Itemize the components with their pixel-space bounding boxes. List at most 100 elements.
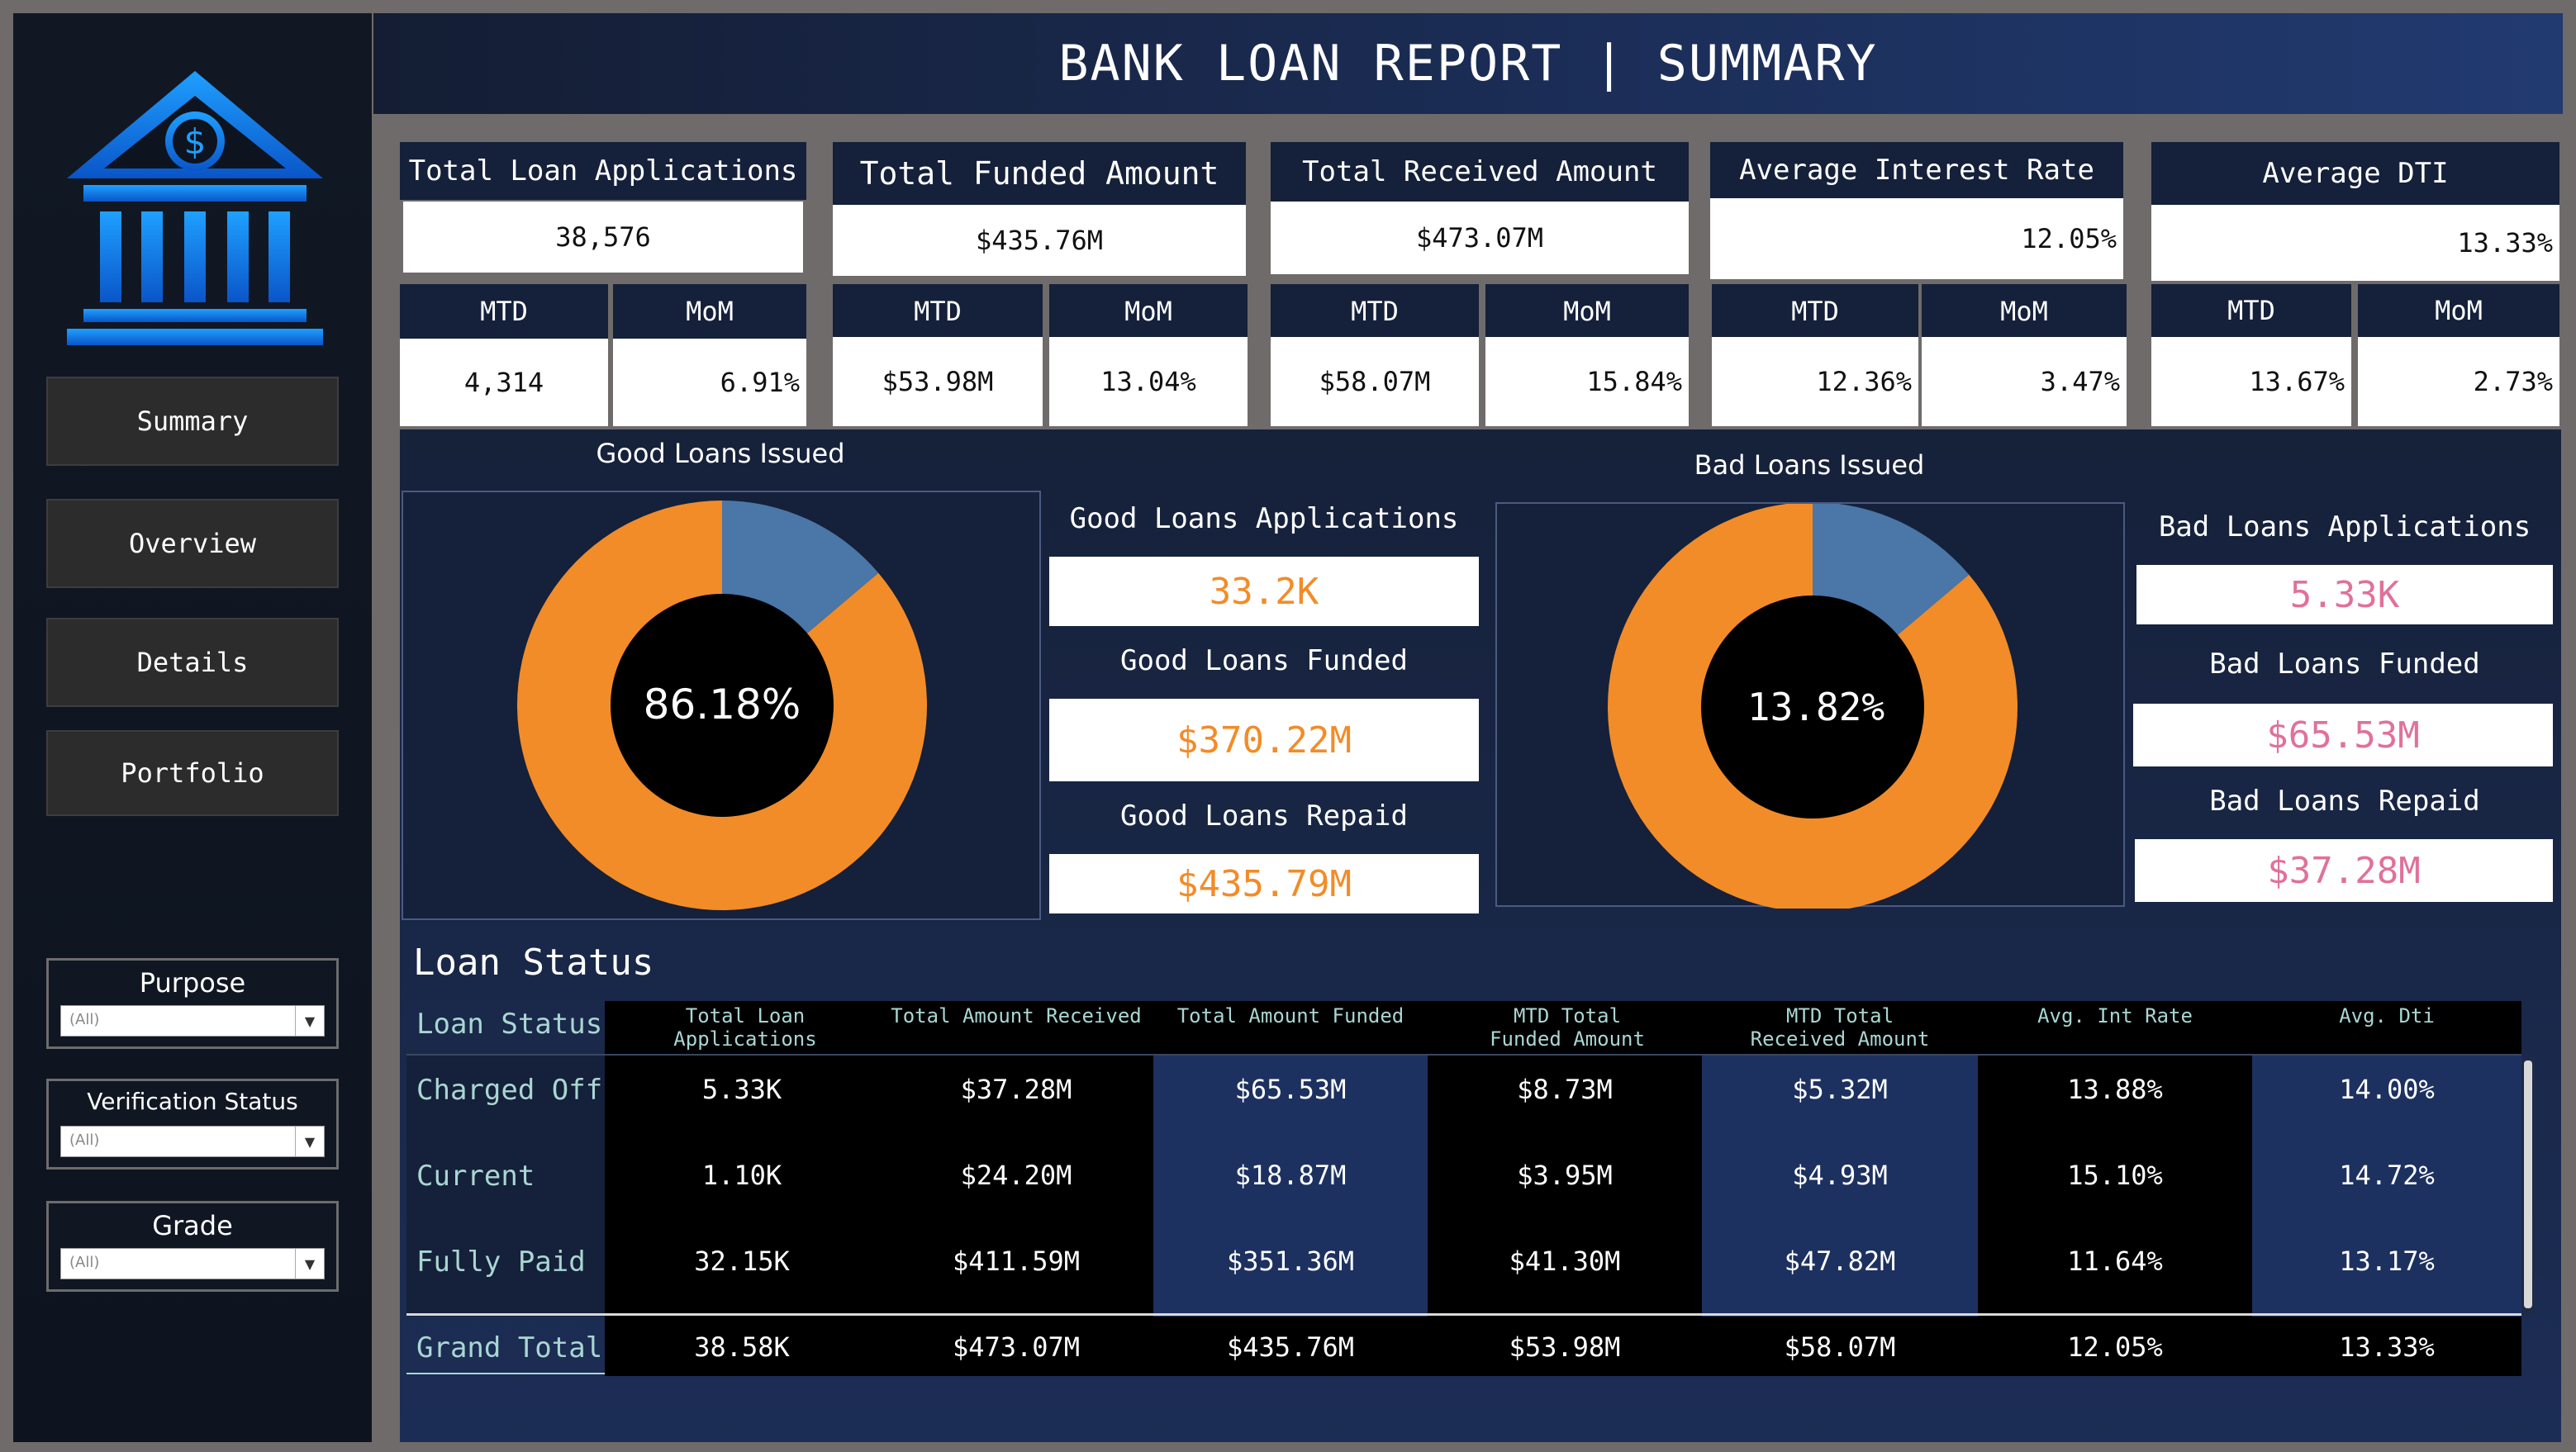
table-cell: $37.28M — [960, 1074, 1072, 1105]
table-total-divider — [406, 1313, 2521, 1316]
bad-loans-funded-label: Bad Loans Funded — [2209, 648, 2480, 681]
loan-status-table: Loan Status Total Loan Applications Tota… — [406, 1001, 2535, 1381]
table-total-cell: 12.05% — [2067, 1331, 2163, 1363]
kpi-value: $473.07M — [1271, 202, 1689, 274]
table-cell: $18.87M — [1234, 1160, 1347, 1191]
good-loans-applications-label: Good Loans Applications — [1069, 502, 1459, 535]
kpi-value: 12.05% — [1710, 198, 2123, 279]
kpi-mtd-value: 4,314 — [400, 339, 608, 426]
table-row-label: Charged Off — [416, 1074, 603, 1107]
kpi-mom-value: 13.04% — [1049, 337, 1248, 426]
nav-summary-label: Summary — [136, 406, 249, 437]
nav-details-label: Details — [136, 647, 249, 678]
kpi-mtd-label: MTD — [1712, 284, 1918, 339]
table-cell: $24.20M — [960, 1160, 1072, 1191]
chevron-down-icon: ▼ — [295, 1127, 324, 1156]
kpi-mom-value: 2.73% — [2358, 337, 2559, 426]
kpi-mom-label: MoM — [2358, 284, 2559, 337]
table-cell: $41.30M — [1509, 1246, 1621, 1277]
table-row-label: Fully Paid — [416, 1246, 586, 1279]
table-row-label: Current — [416, 1160, 535, 1193]
purpose-filter-title: Purpose — [139, 967, 246, 999]
kpi-mom-value: 15.84% — [1485, 337, 1689, 426]
table-header: Total Amount Funded — [1176, 1004, 1404, 1027]
purpose-select[interactable]: (All) ▼ — [60, 1005, 325, 1037]
purpose-select-value: (All) — [69, 1011, 100, 1028]
table-cell: $47.82M — [1784, 1246, 1896, 1277]
bad-loans-percent: 13.82% — [1747, 685, 1884, 729]
grade-select-value: (All) — [69, 1254, 100, 1271]
grade-filter-title: Grade — [152, 1210, 233, 1241]
kpi-mtd-value: $58.07M — [1271, 337, 1479, 426]
kpi-mtd-label: MTD — [1271, 284, 1479, 339]
table-scrollbar[interactable] — [2521, 1057, 2535, 1315]
table-cell: $411.59M — [952, 1246, 1081, 1277]
sidebar: $ Summary Overview Details Portfolio Pur… — [13, 13, 372, 1442]
kpi-mom-label: MoM — [613, 284, 806, 339]
table-cell: 32.15K — [694, 1246, 790, 1277]
kpi-mom-label: MoM — [1049, 284, 1248, 339]
verification-status-filter-title: Verification Status — [87, 1088, 298, 1115]
table-cell: $8.73M — [1517, 1074, 1613, 1105]
kpi-value: $435.76M — [833, 205, 1246, 276]
table-total-underline — [406, 1373, 605, 1374]
table-total-cell: $53.98M — [1509, 1331, 1621, 1363]
kpi-total-received-amount: Total Received Amount $473.07M MTD MoM $… — [1271, 142, 1690, 433]
bad-loans-applications-value: 5.33K — [2136, 565, 2553, 624]
nav-portfolio-label: Portfolio — [121, 757, 264, 789]
verification-status-filter: Verification Status (All) ▼ — [46, 1079, 339, 1170]
good-loans-repaid-label: Good Loans Repaid — [1120, 800, 1408, 833]
table-cell: $65.53M — [1234, 1074, 1347, 1105]
bad-loans-chart-title: Bad Loans Issued — [1694, 449, 1925, 481]
table-cell: $5.32M — [1792, 1074, 1888, 1105]
table-cell: $3.95M — [1517, 1160, 1613, 1191]
kpi-mtd-label: MTD — [833, 284, 1043, 339]
kpi-mom-value: 6.91% — [613, 339, 806, 426]
page-header: BANK LOAN REPORT | SUMMARY — [373, 13, 2563, 114]
verification-status-select[interactable]: (All) ▼ — [60, 1126, 325, 1157]
nav-details-button[interactable]: Details — [46, 618, 339, 707]
chevron-down-icon: ▼ — [295, 1006, 324, 1036]
table-header-divider — [406, 1054, 2521, 1056]
nav-overview-button[interactable]: Overview — [46, 499, 339, 588]
kpi-mom-label: MoM — [1485, 284, 1689, 339]
table-cell: $351.36M — [1226, 1246, 1355, 1277]
page-title: BANK LOAN REPORT | SUMMARY — [1058, 35, 1878, 93]
table-cell: 13.17% — [2339, 1246, 2435, 1277]
good-loans-percent: 86.18% — [644, 681, 801, 728]
table-cell: 14.72% — [2339, 1160, 2435, 1191]
table-header: MTD Total Received Amount — [1750, 1004, 1930, 1051]
kpi-average-interest-rate: Average Interest Rate 12.05% MTD MoM 12.… — [1710, 142, 2130, 433]
bad-loans-donut: 13.82% — [1608, 502, 2018, 912]
nav-summary-button[interactable]: Summary — [46, 377, 339, 466]
kpi-title: Total Funded Amount — [833, 142, 1246, 205]
bad-loans-repaid-value: $37.28M — [2135, 839, 2553, 902]
nav-overview-label: Overview — [128, 528, 257, 559]
kpi-mtd-value: $53.98M — [833, 337, 1043, 426]
good-loans-chart-title: Good Loans Issued — [596, 438, 845, 469]
table-total-cell: 13.33% — [2339, 1331, 2435, 1363]
table-cell: $4.93M — [1792, 1160, 1888, 1191]
bank-dollar-icon: $ — [63, 63, 327, 352]
table-cell: 11.64% — [2067, 1246, 2163, 1277]
table-total-cell: $435.76M — [1226, 1331, 1355, 1363]
table-header: Avg. Int Rate — [2037, 1004, 2193, 1027]
table-scrollbar-thumb[interactable] — [2524, 1061, 2532, 1308]
table-header: Total Amount Received — [891, 1004, 1142, 1027]
kpi-average-dti: Average DTI 13.33% MTD MoM 13.67% 2.73% — [2151, 142, 2559, 433]
kpi-total-funded-amount: Total Funded Amount $435.76M MTD MoM $53… — [833, 142, 1249, 433]
table-total-label: Grand Total — [416, 1331, 603, 1364]
nav-portfolio-button[interactable]: Portfolio — [46, 730, 339, 816]
kpi-title: Average DTI — [2151, 142, 2559, 205]
table-total-cell: 38.58K — [694, 1331, 790, 1363]
table-cell: 14.00% — [2339, 1074, 2435, 1105]
good-loans-donut-box: 86.18% — [402, 491, 1041, 920]
loan-status-table-title: Loan Status — [413, 942, 654, 984]
table-cell: 1.10K — [701, 1160, 782, 1191]
grade-select[interactable]: (All) ▼ — [60, 1248, 325, 1279]
kpi-title: Total Received Amount — [1271, 142, 1689, 202]
bad-loans-donut-box: 13.82% — [1495, 502, 2125, 912]
good-loans-funded-value: $370.22M — [1049, 699, 1479, 781]
kpi-mtd-value: 12.36% — [1712, 337, 1918, 426]
table-cell: 13.88% — [2067, 1074, 2163, 1105]
